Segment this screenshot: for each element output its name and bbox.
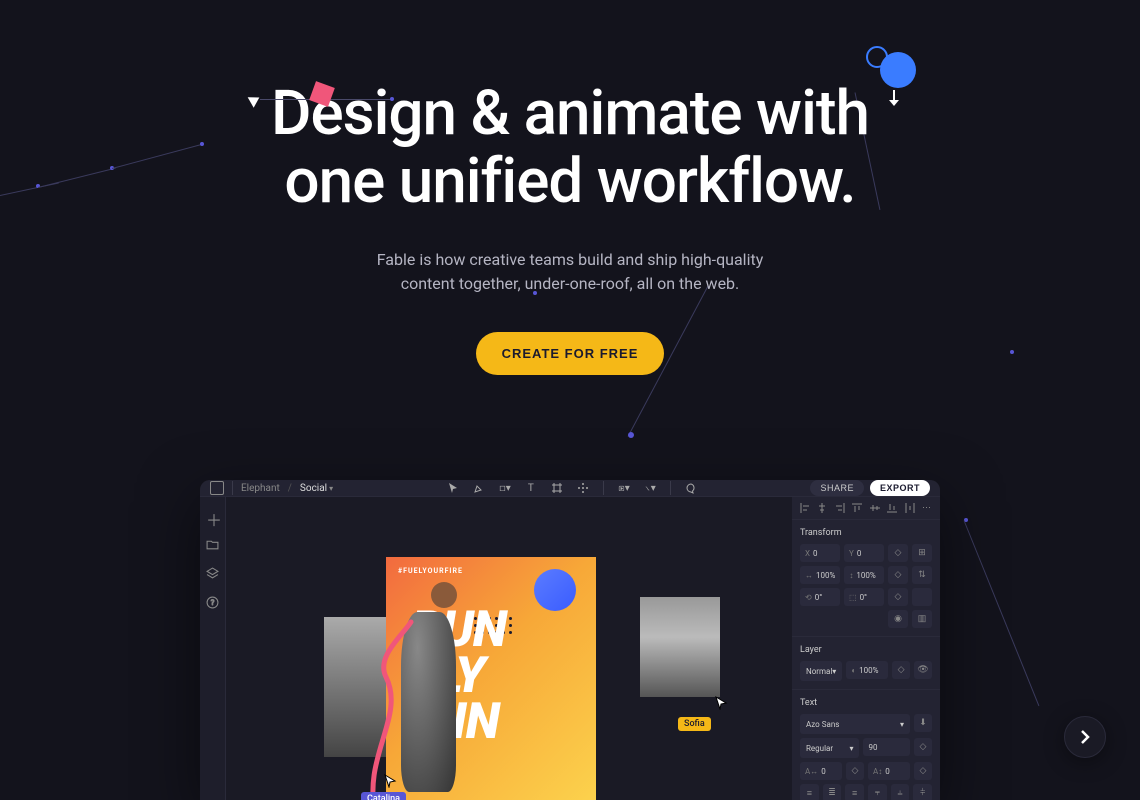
hero: Design & animate with one unified workfl…	[0, 0, 1140, 375]
pen-tool-icon[interactable]	[473, 482, 485, 494]
keyframe-pos-icon[interactable]: ◇	[888, 544, 908, 562]
text-valign-mid-icon[interactable]: ⫨	[891, 784, 910, 800]
assets-icon[interactable]	[206, 565, 219, 578]
opacity-input[interactable]: ◐100%	[846, 661, 888, 679]
align-top-icon[interactable]	[852, 503, 862, 513]
cursor-sofia-icon	[714, 695, 728, 709]
text-section: Text Azo Sans▾ ⬇ Regular▾ 90 ◇ A↔0 ◇ A↕0…	[792, 690, 940, 800]
align-bottom-icon[interactable]	[887, 503, 897, 513]
app-logo-icon[interactable]	[210, 481, 224, 495]
help-icon[interactable]: ?	[206, 594, 219, 607]
canvas-photo-right[interactable]	[640, 597, 720, 697]
font-download-icon[interactable]: ⬇	[914, 714, 932, 732]
hero-heading-line2: one unified workflow.	[284, 145, 855, 218]
text-tool-icon[interactable]: T	[525, 482, 537, 494]
leading-input[interactable]: A↕0	[868, 762, 910, 780]
y-input[interactable]: Y0	[844, 544, 884, 562]
align-hcenter-icon[interactable]	[817, 503, 827, 513]
kf-leading-icon[interactable]: ◇	[914, 762, 932, 780]
cursor-catalina-icon	[383, 773, 397, 787]
add-icon[interactable]: ＋	[206, 507, 219, 520]
hero-heading: Design & animate with one unified workfl…	[0, 80, 1140, 216]
layer-section: Layer Normal▾ ◐100% ◇ 👁	[792, 637, 940, 690]
x-input[interactable]: X0	[800, 544, 840, 562]
next-button[interactable]	[1064, 716, 1106, 758]
breadcrumb-page[interactable]: Social▾	[300, 483, 333, 494]
align-right-icon[interactable]	[835, 503, 845, 513]
breadcrumb-project[interactable]: Elephant	[241, 483, 280, 494]
shape-tool-icon[interactable]: ▾	[499, 482, 511, 494]
user-label-catalina: Catalina	[361, 792, 406, 800]
poster-tag: #FUELYOURFIRE	[398, 567, 463, 575]
layer-title: Layer	[800, 645, 932, 655]
user-label-sofia: Sofia	[678, 717, 711, 731]
visibility-icon[interactable]: ◉	[888, 610, 908, 628]
left-rail: ＋ ?	[200, 497, 226, 800]
cta-button[interactable]: CREATE FOR FREE	[476, 332, 665, 375]
text-valign-bot-icon[interactable]: ⫩	[913, 784, 932, 800]
eye-icon[interactable]: 👁	[914, 661, 932, 679]
font-size-input[interactable]: 90	[863, 738, 910, 756]
text-title: Text	[800, 698, 932, 708]
canvas[interactable]: #FUELYOURFIRE RUN FLY WIN Sofia Catalina	[226, 497, 792, 800]
width-input[interactable]: ↔100%	[800, 566, 840, 584]
folder-icon[interactable]	[206, 536, 219, 549]
align-controls: ⋯	[792, 497, 940, 520]
text-align-left-icon[interactable]: ≡	[800, 784, 819, 800]
hero-heading-line1: Design & animate with	[271, 77, 869, 150]
keyframe-size-text-icon[interactable]: ◇	[914, 738, 932, 756]
app-topbar: Elephant / Social▾ ▾ T ▾ ▾ SHARE EXPORT	[200, 480, 940, 497]
height-input[interactable]: ↕100%	[844, 566, 884, 584]
text-align-center-icon[interactable]: ≣	[823, 784, 842, 800]
tracking-input[interactable]: A↔0	[800, 762, 842, 780]
flip-icon[interactable]: ▥	[912, 610, 932, 628]
transform-title: Transform	[800, 528, 932, 538]
svg-text:?: ?	[211, 598, 215, 607]
app-frame: Elephant / Social▾ ▾ T ▾ ▾ SHARE EXPORT …	[200, 480, 940, 800]
poster-circle	[534, 569, 576, 611]
text-align-right-icon[interactable]: ≡	[845, 784, 864, 800]
canvas-stroke	[356, 617, 466, 800]
cursor-decoration	[250, 94, 260, 106]
share-button[interactable]: SHARE	[810, 480, 864, 496]
export-button[interactable]: EXPORT	[870, 480, 930, 496]
font-select[interactable]: Azo Sans▾	[800, 714, 910, 734]
kf-tracking-icon[interactable]: ◇	[846, 762, 864, 780]
mask-tool-icon[interactable]: ▾	[644, 482, 656, 494]
more-align-icon[interactable]: ⋯	[922, 503, 932, 513]
keyframe-size-icon[interactable]: ◇	[888, 566, 908, 584]
align-vcenter-icon[interactable]	[870, 503, 880, 513]
transform-section: Transform X0 Y0 ◇ ⊞ ↔100% ↕100% ◇ ⇅ ⟲0° …	[792, 520, 940, 637]
keyframe-opacity-icon[interactable]: ◇	[892, 661, 910, 679]
distribute-icon[interactable]	[905, 503, 915, 513]
keyframe-rot-icon[interactable]: ◇	[888, 588, 908, 606]
weight-select[interactable]: Regular▾	[800, 738, 859, 758]
skew-input[interactable]: ⬚0°	[844, 588, 884, 606]
chevron-right-icon	[1076, 728, 1094, 746]
frame-tool-icon[interactable]	[551, 482, 563, 494]
comment-tool-icon[interactable]	[685, 482, 697, 494]
align-left-icon[interactable]	[800, 503, 810, 513]
properties-panel: ⋯ Transform X0 Y0 ◇ ⊞ ↔100% ↕100% ◇ ⇅ ⟲0…	[792, 497, 940, 800]
toolbar: ▾ T ▾ ▾	[447, 481, 697, 495]
text-valign-top-icon[interactable]: ⫧	[868, 784, 887, 800]
anchor-icon[interactable]: ⊞	[912, 544, 932, 562]
lock-ratio-icon[interactable]: ⇅	[912, 566, 932, 584]
crop-tool-icon[interactable]	[577, 482, 589, 494]
hero-subtext: Fable is how creative teams build and sh…	[0, 248, 1140, 296]
play-tool-icon[interactable]: ▾	[618, 482, 630, 494]
select-tool-icon[interactable]	[447, 482, 459, 494]
rotate-input[interactable]: ⟲0°	[800, 588, 840, 606]
blend-mode-select[interactable]: Normal▾	[800, 661, 842, 681]
